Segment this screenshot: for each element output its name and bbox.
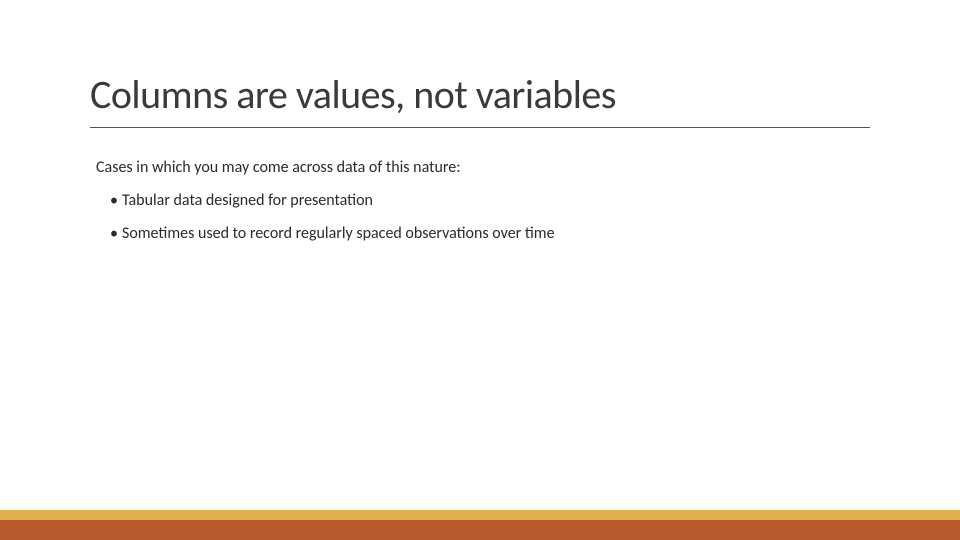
bullet-icon: • bbox=[110, 224, 118, 243]
slide: Columns are values, not variables Cases … bbox=[0, 0, 960, 540]
footer-band bbox=[0, 510, 960, 540]
slide-subtitle: Cases in which you may come across data … bbox=[96, 158, 870, 177]
list-item: •Tabular data designed for presentation bbox=[110, 191, 870, 210]
footer-accent-bottom bbox=[0, 520, 960, 540]
footer-accent-top bbox=[0, 510, 960, 520]
bullet-text: Sometimes used to record regularly space… bbox=[122, 224, 555, 243]
bullet-list: •Tabular data designed for presentation … bbox=[110, 191, 870, 243]
bullet-icon: • bbox=[110, 191, 118, 210]
slide-title: Columns are values, not variables bbox=[90, 70, 870, 128]
bullet-text: Tabular data designed for presentation bbox=[122, 191, 373, 210]
list-item: •Sometimes used to record regularly spac… bbox=[110, 224, 870, 243]
